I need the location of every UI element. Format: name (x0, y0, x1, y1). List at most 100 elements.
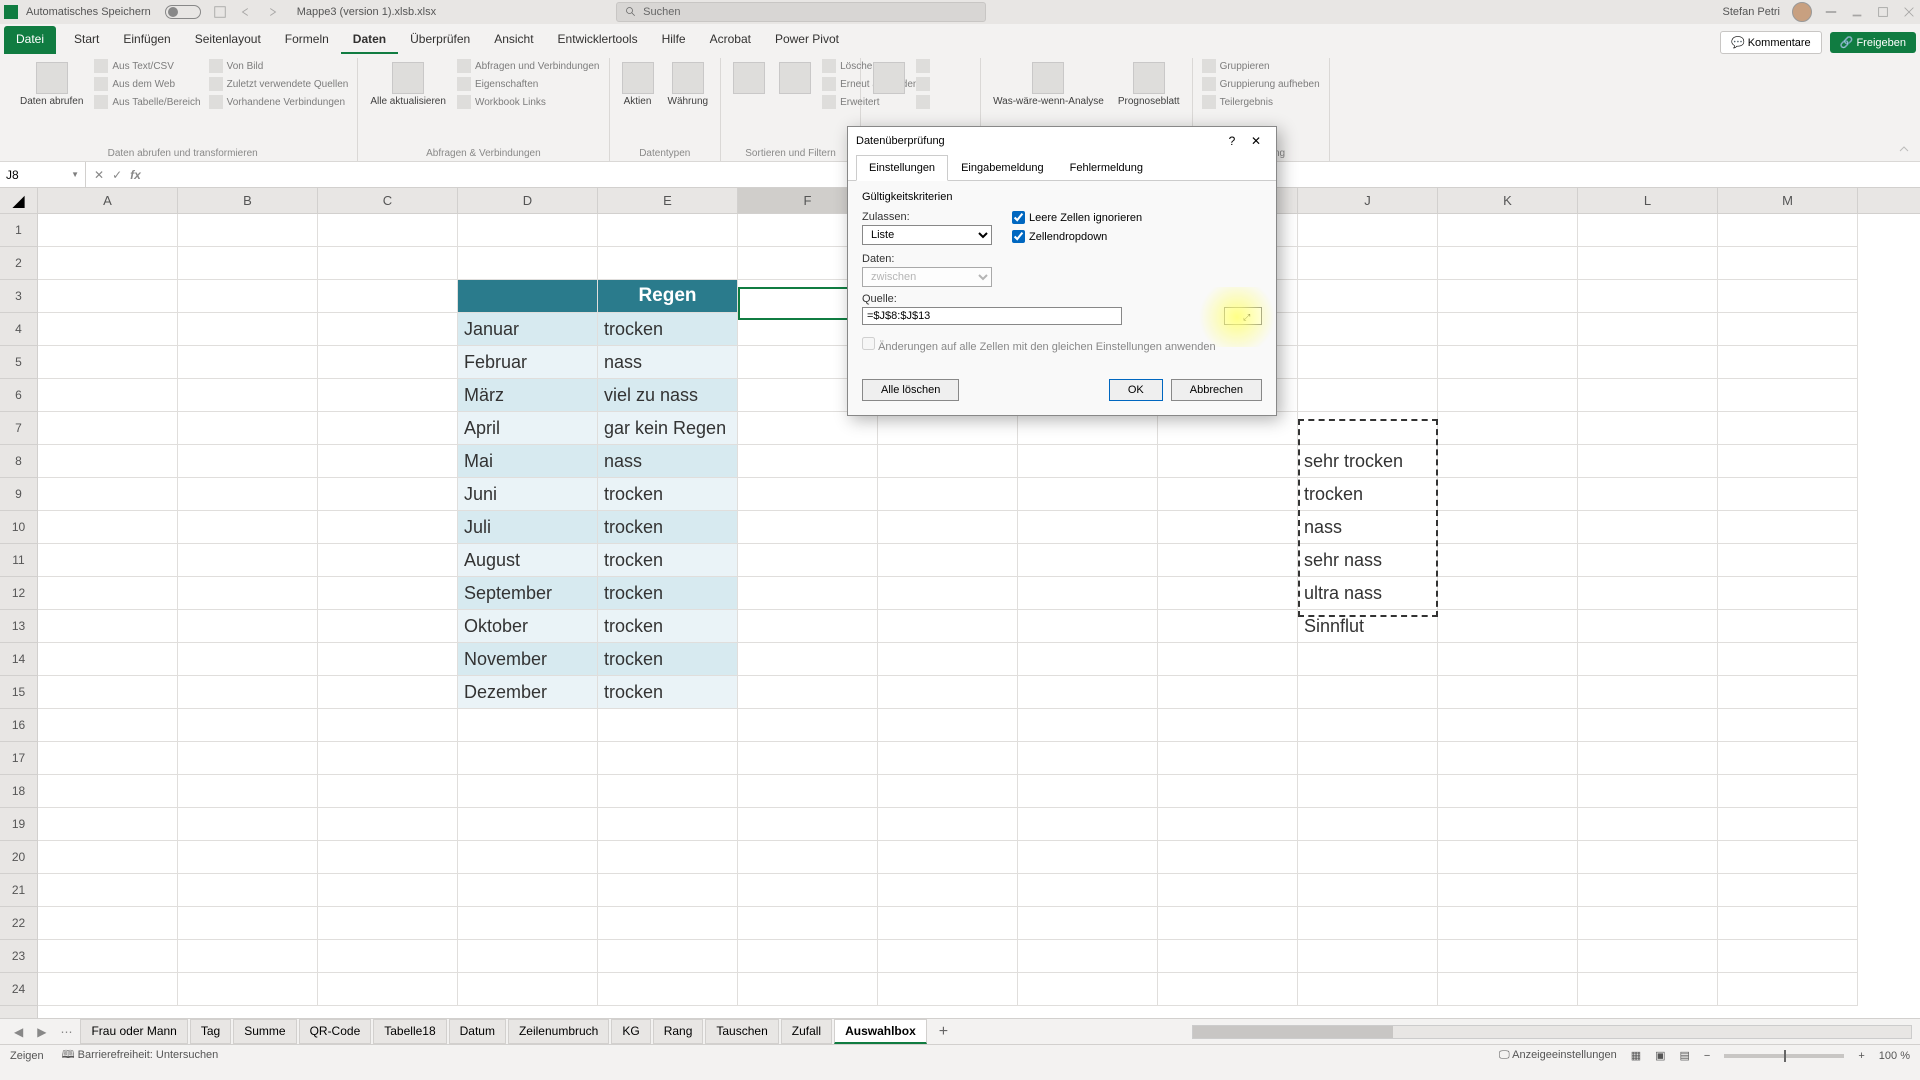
cell-K16[interactable] (1438, 709, 1578, 742)
row-header-12[interactable]: 12 (0, 577, 37, 610)
in-cell-dropdown-checkbox[interactable] (1012, 230, 1025, 243)
cell-K17[interactable] (1438, 742, 1578, 775)
zoom-level[interactable]: 100 % (1879, 1050, 1910, 1062)
maximize-icon[interactable] (1876, 5, 1890, 19)
cell-G10[interactable] (878, 511, 1018, 544)
cell-I23[interactable] (1158, 940, 1298, 973)
cell-D14[interactable]: November (458, 643, 598, 676)
cell-E5[interactable]: nass (598, 346, 738, 379)
cell-L20[interactable] (1578, 841, 1718, 874)
forecast-button[interactable]: Prognoseblatt (1114, 58, 1184, 111)
row-header-22[interactable]: 22 (0, 907, 37, 940)
zoom-out-button[interactable]: − (1704, 1050, 1710, 1062)
cell-B15[interactable] (178, 676, 318, 709)
cell-E19[interactable] (598, 808, 738, 841)
cell-D22[interactable] (458, 907, 598, 940)
sheet-tab[interactable]: Zeilenumbruch (508, 1019, 609, 1044)
cell-K12[interactable] (1438, 577, 1578, 610)
ribbon-tab-hilfe[interactable]: Hilfe (650, 26, 698, 54)
cell-J19[interactable] (1298, 808, 1438, 841)
search-box[interactable]: Suchen (616, 2, 986, 22)
cell-B2[interactable] (178, 247, 318, 280)
cell-K23[interactable] (1438, 940, 1578, 973)
cell-A7[interactable] (38, 412, 178, 445)
row-header-7[interactable]: 7 (0, 412, 37, 445)
cell-D12[interactable]: September (458, 577, 598, 610)
cell-I8[interactable] (1158, 445, 1298, 478)
cell-K15[interactable] (1438, 676, 1578, 709)
status-accessibility[interactable]: 🕮 Barrierefreiheit: Untersuchen (62, 1046, 219, 1065)
ribbon-tab-daten[interactable]: Daten (341, 26, 398, 54)
cell-K14[interactable] (1438, 643, 1578, 676)
cell-F21[interactable] (738, 874, 878, 907)
cell-B24[interactable] (178, 973, 318, 1006)
cell-E24[interactable] (598, 973, 738, 1006)
cell-K22[interactable] (1438, 907, 1578, 940)
cell-D16[interactable] (458, 709, 598, 742)
cell-M5[interactable] (1718, 346, 1858, 379)
cell-M15[interactable] (1718, 676, 1858, 709)
row-header-1[interactable]: 1 (0, 214, 37, 247)
cell-J9[interactable]: trocken (1298, 478, 1438, 511)
cell-J23[interactable] (1298, 940, 1438, 973)
cell-G15[interactable] (878, 676, 1018, 709)
cell-F15[interactable] (738, 676, 878, 709)
cell-E14[interactable]: trocken (598, 643, 738, 676)
cell-K8[interactable] (1438, 445, 1578, 478)
cell-E23[interactable] (598, 940, 738, 973)
cell-M10[interactable] (1718, 511, 1858, 544)
sheet-tab[interactable]: Zufall (781, 1019, 832, 1044)
ribbon-tab-start[interactable]: Start (62, 26, 111, 54)
cell-M4[interactable] (1718, 313, 1858, 346)
cell-D7[interactable]: April (458, 412, 598, 445)
col-header-B[interactable]: B (178, 188, 318, 213)
source-input[interactable] (862, 307, 1122, 325)
cell-B1[interactable] (178, 214, 318, 247)
row-header-13[interactable]: 13 (0, 610, 37, 643)
cell-H22[interactable] (1018, 907, 1158, 940)
cell-B11[interactable] (178, 544, 318, 577)
ribbon-tab-power pivot[interactable]: Power Pivot (763, 26, 851, 54)
row-header-2[interactable]: 2 (0, 247, 37, 280)
cell-A16[interactable] (38, 709, 178, 742)
row-header-6[interactable]: 6 (0, 379, 37, 412)
ribbon-tab-datei[interactable]: Datei (4, 26, 56, 54)
cell-L6[interactable] (1578, 379, 1718, 412)
cell-H12[interactable] (1018, 577, 1158, 610)
cell-E11[interactable]: trocken (598, 544, 738, 577)
col-header-J[interactable]: J (1298, 188, 1438, 213)
cell-L19[interactable] (1578, 808, 1718, 841)
range-selector-button[interactable]: ⤢ (1224, 307, 1262, 325)
cell-C10[interactable] (318, 511, 458, 544)
cell-L21[interactable] (1578, 874, 1718, 907)
cell-M11[interactable] (1718, 544, 1858, 577)
row-header-21[interactable]: 21 (0, 874, 37, 907)
cell-B12[interactable] (178, 577, 318, 610)
cell-B10[interactable] (178, 511, 318, 544)
cell-B18[interactable] (178, 775, 318, 808)
ribbon-options-icon[interactable] (1824, 5, 1838, 19)
cell-H10[interactable] (1018, 511, 1158, 544)
row-header-4[interactable]: 4 (0, 313, 37, 346)
view-normal-icon[interactable]: ▦ (1631, 1049, 1641, 1062)
ribbon-cmd[interactable]: Eigenschaften (456, 76, 601, 92)
cell-C23[interactable] (318, 940, 458, 973)
cell-E13[interactable]: trocken (598, 610, 738, 643)
cell-M16[interactable] (1718, 709, 1858, 742)
cell-H7[interactable] (1018, 412, 1158, 445)
row-header-19[interactable]: 19 (0, 808, 37, 841)
cell-L9[interactable] (1578, 478, 1718, 511)
cell-A2[interactable] (38, 247, 178, 280)
cell-A10[interactable] (38, 511, 178, 544)
fx-icon[interactable]: fx (130, 168, 141, 182)
cell-E20[interactable] (598, 841, 738, 874)
cell-B3[interactable] (178, 280, 318, 313)
cell-I17[interactable] (1158, 742, 1298, 775)
cell-J17[interactable] (1298, 742, 1438, 775)
cell-E10[interactable]: trocken (598, 511, 738, 544)
cell-A22[interactable] (38, 907, 178, 940)
cell-E8[interactable]: nass (598, 445, 738, 478)
cell-I22[interactable] (1158, 907, 1298, 940)
cell-I15[interactable] (1158, 676, 1298, 709)
sheet-tab[interactable]: Summe (233, 1019, 296, 1044)
